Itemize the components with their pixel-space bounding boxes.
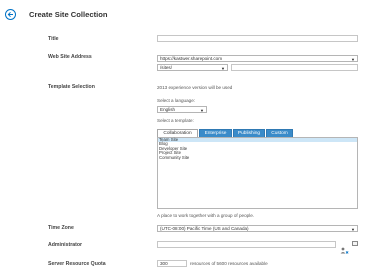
quota-label: Server Resource Quota (48, 261, 106, 267)
tab-publishing[interactable]: Publishing (233, 129, 265, 137)
experience-note: 2013 experience version will be used (157, 85, 233, 90)
back-arrow-icon (7, 11, 13, 18)
tab-enterprise[interactable]: Enterprise (199, 129, 232, 137)
template-description: A place to work together with a group of… (157, 213, 255, 218)
language-select[interactable]: English ▼ (157, 106, 207, 113)
web-address-label: Web Site Address (48, 54, 92, 60)
tab-collaboration[interactable]: Collaboration (157, 129, 198, 137)
template-item-community-site[interactable]: Community Site (158, 155, 357, 160)
language-label: Select a language: (157, 98, 196, 103)
back-button[interactable] (5, 9, 16, 20)
quota-input[interactable]: 300 (157, 260, 187, 267)
domain-select[interactable]: https://kastwer.sharepoint.com ▼ (157, 55, 358, 62)
title-label: Title (48, 36, 59, 42)
template-label: Select a template: (157, 118, 194, 123)
path-prefix-value: /sites/ (160, 65, 172, 70)
template-list[interactable]: Team Site Blog Developer Site Project Si… (157, 137, 358, 209)
template-selection-label: Template Selection (48, 84, 95, 90)
path-prefix-select[interactable]: /sites/ ▼ (157, 64, 228, 71)
chevron-down-icon: ▼ (351, 57, 355, 62)
time-zone-label: Time Zone (48, 225, 74, 231)
domain-value: https://kastwer.sharepoint.com (160, 56, 223, 61)
page-title: Create Site Collection (29, 10, 108, 19)
time-zone-select[interactable]: (UTC-08:00) Pacific Time (US and Canada)… (157, 225, 358, 232)
administrator-input[interactable] (157, 241, 336, 248)
chevron-down-icon: ▼ (200, 108, 204, 113)
language-value: English (160, 107, 176, 112)
administrator-label: Administrator (48, 242, 83, 248)
tab-custom[interactable]: Custom (266, 129, 293, 137)
chevron-down-icon: ▼ (351, 227, 355, 232)
title-input[interactable] (157, 35, 358, 42)
quota-suffix: resources of 5600 resources available (190, 261, 268, 266)
address-book-icon[interactable] (352, 241, 358, 246)
people-picker-icon[interactable] (340, 241, 349, 259)
site-name-input[interactable] (231, 64, 358, 71)
time-zone-value: (UTC-08:00) Pacific Time (US and Canada) (160, 226, 249, 231)
chevron-down-icon: ▼ (221, 66, 225, 71)
